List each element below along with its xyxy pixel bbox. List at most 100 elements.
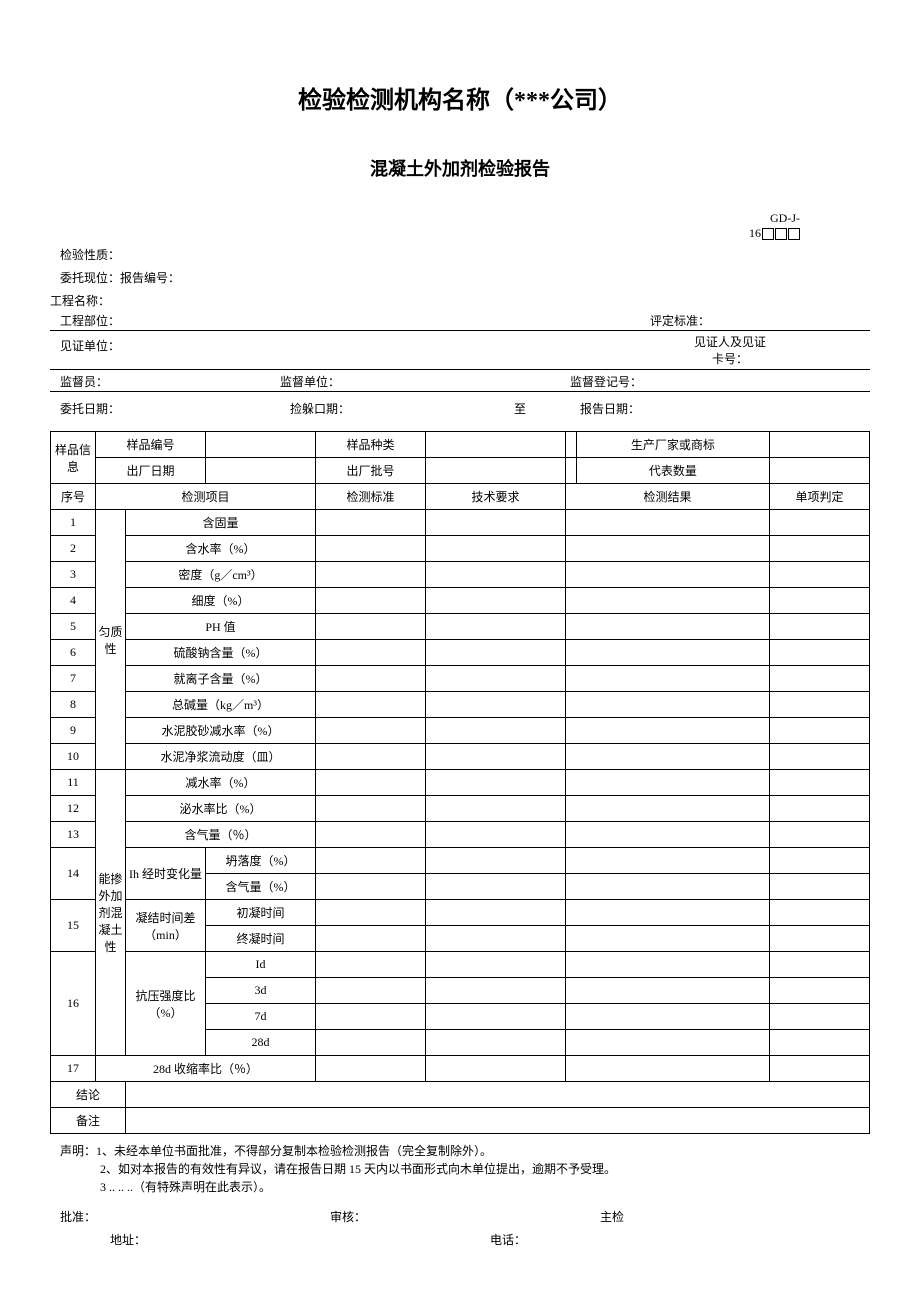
table-row: 14Ih 经时变化量坍落度（%） [51, 848, 870, 874]
item-cell: PH 值 [126, 614, 316, 640]
declaration-2: 2、如对本报告的有效性有异议，请在报告日期 15 天内以书面形式向木单位提出，逾… [50, 1160, 870, 1178]
item-cell: 含水率（%） [126, 536, 316, 562]
batch-no-cell: 出厂批号 [316, 458, 426, 484]
signature-row: 批准： 审核： 主检 [50, 1208, 870, 1225]
item-cell: 含气量（%） [206, 874, 316, 900]
date-row: 委托日期： 捡躲口期： 至 报告日期： [50, 392, 870, 421]
entrust-unit-row: 委托现位：报告编号： [50, 269, 870, 286]
standard-label: 评定标准： [650, 312, 870, 329]
cell [206, 432, 316, 458]
item-cell: 抗压强度比（%） [126, 952, 206, 1056]
supervise-reg-label: 监督登记号： [570, 373, 642, 390]
item-cell: 密度（g／cm³） [126, 562, 316, 588]
table-row: 2含水率（%） [51, 536, 870, 562]
item-cell: 减水率（%） [126, 770, 316, 796]
witness-person-label: 见证人及见证 [590, 333, 870, 350]
approve-label: 批准： [50, 1208, 330, 1225]
project-part-label: 工程部位： [50, 312, 120, 329]
remark-label: 备注 [51, 1108, 126, 1134]
table-row: 16抗压强度比（%）Id [51, 952, 870, 978]
document-code: GD-J- 16 [50, 211, 870, 241]
group1-cell: 匀质性 [96, 510, 126, 770]
sample-info-cell: 样品信息 [51, 432, 96, 484]
table-row: 5PH 值 [51, 614, 870, 640]
seq-header: 序号 [51, 484, 96, 510]
table-row: 12泌水率比（%） [51, 796, 870, 822]
project-part-row: 工程部位： 评定标准： [50, 309, 870, 331]
witness-card-label: 卡号： [590, 350, 870, 367]
table-row: 结论 [51, 1082, 870, 1108]
cell [566, 458, 577, 484]
item-cell: 水泥胶砂减水率（%） [126, 718, 316, 744]
tech-req-header: 技术要求 [426, 484, 566, 510]
item-cell: 凝结时间差（min） [126, 900, 206, 952]
conclusion-label: 结论 [51, 1082, 126, 1108]
item-cell: 总碱量（kg／m³） [126, 692, 316, 718]
sample-no-cell: 样品编号 [96, 432, 206, 458]
code-prefix: 16 [749, 226, 761, 240]
phone-label: 电话： [490, 1231, 870, 1248]
item-cell: 终凝时间 [206, 926, 316, 952]
code-line-1: GD-J- [50, 211, 800, 226]
table-row: 9水泥胶砂减水率（%） [51, 718, 870, 744]
item-cell: Id [206, 952, 316, 978]
inspector-label: 主检 [600, 1208, 870, 1225]
test-nature-row: 检验性质： [50, 246, 870, 263]
item-cell: 泌水率比（%） [126, 796, 316, 822]
item-cell: 28d [206, 1030, 316, 1056]
item-cell: 初凝时间 [206, 900, 316, 926]
table-row: 备注 [51, 1108, 870, 1134]
code-box-icon [775, 228, 787, 240]
declaration-3: 3 .. .. ..（有特殊声明在此表示）。 [50, 1178, 870, 1196]
item-cell: 硫酸钠含量（%） [126, 640, 316, 666]
table-row: 4细度（%） [51, 588, 870, 614]
table-row: 序号 检测项目 检测标准 技术要求 检测结果 单项判定 [51, 484, 870, 510]
table-row: 11能掺外加剂混凝土性减水率（%） [51, 770, 870, 796]
code-box-icon [762, 228, 774, 240]
supervise-unit-label: 监督单位： [280, 373, 570, 390]
table-row: 15凝结时间差（min）初凝时间 [51, 900, 870, 926]
declaration-1: 声明：1、未经本单位书面批准，不得部分复制本检验检测报告（完全复制除外）。 [50, 1142, 870, 1160]
item-cell: 7d [206, 1004, 316, 1030]
code-box-icon [788, 228, 800, 240]
review-label: 审核： [330, 1208, 600, 1225]
factory-date-cell: 出厂日期 [96, 458, 206, 484]
footer-declarations: 声明：1、未经本单位书面批准，不得部分复制本检验检测报告（完全复制除外）。 2、… [50, 1142, 870, 1196]
cell [770, 458, 870, 484]
entrust-date-label: 委托日期： [60, 400, 290, 417]
sample-type-cell: 样品种类 [316, 432, 426, 458]
item-cell: Ih 经时变化量 [126, 848, 206, 900]
supervisor-label: 监督员： [50, 373, 280, 390]
supervisor-row: 监督员： 监督单位： 监督登记号： [50, 370, 870, 392]
table-row: 7就离子含量（%） [51, 666, 870, 692]
item-cell: 就离子含量（%） [126, 666, 316, 692]
report-date-label: 报告日期： [580, 400, 640, 417]
item-cell: 28d 收缩率比（％） [96, 1056, 316, 1082]
cell [770, 432, 870, 458]
item-cell: 含气量（％） [126, 822, 316, 848]
table-row: 1匀质性含固量 [51, 510, 870, 536]
item-cell: 坍落度（%） [206, 848, 316, 874]
cell [426, 432, 566, 458]
cell [206, 458, 316, 484]
org-title: 检验检测机构名称（***公司） [50, 80, 870, 115]
item-cell: 含固量 [126, 510, 316, 536]
table-row: 1728d 收缩率比（％） [51, 1056, 870, 1082]
address-row: 地址： 电话： [50, 1231, 870, 1248]
cell [426, 458, 566, 484]
table-row: 3密度（g／cm³） [51, 562, 870, 588]
single-judge-header: 单项判定 [770, 484, 870, 510]
cell [566, 432, 577, 458]
main-table: 样品信息 样品编号 样品种类 生产厂家或商标 出厂日期 出厂批号 代表数量 序号… [50, 431, 870, 1134]
manufacturer-cell: 生产厂家或商标 [576, 432, 769, 458]
report-subtitle: 混凝土外加剂检验报告 [50, 155, 870, 181]
test-item-header: 检测项目 [96, 484, 316, 510]
test-std-header: 检测标准 [316, 484, 426, 510]
table-row: 13含气量（％） [51, 822, 870, 848]
item-cell: 3d [206, 978, 316, 1004]
table-row: 8总碱量（kg／m³） [51, 692, 870, 718]
address-label: 地址： [50, 1231, 490, 1248]
item-cell: 细度（%） [126, 588, 316, 614]
item-cell: 水泥净浆流动度（皿） [126, 744, 316, 770]
table-row: 10水泥净浆流动度（皿） [51, 744, 870, 770]
